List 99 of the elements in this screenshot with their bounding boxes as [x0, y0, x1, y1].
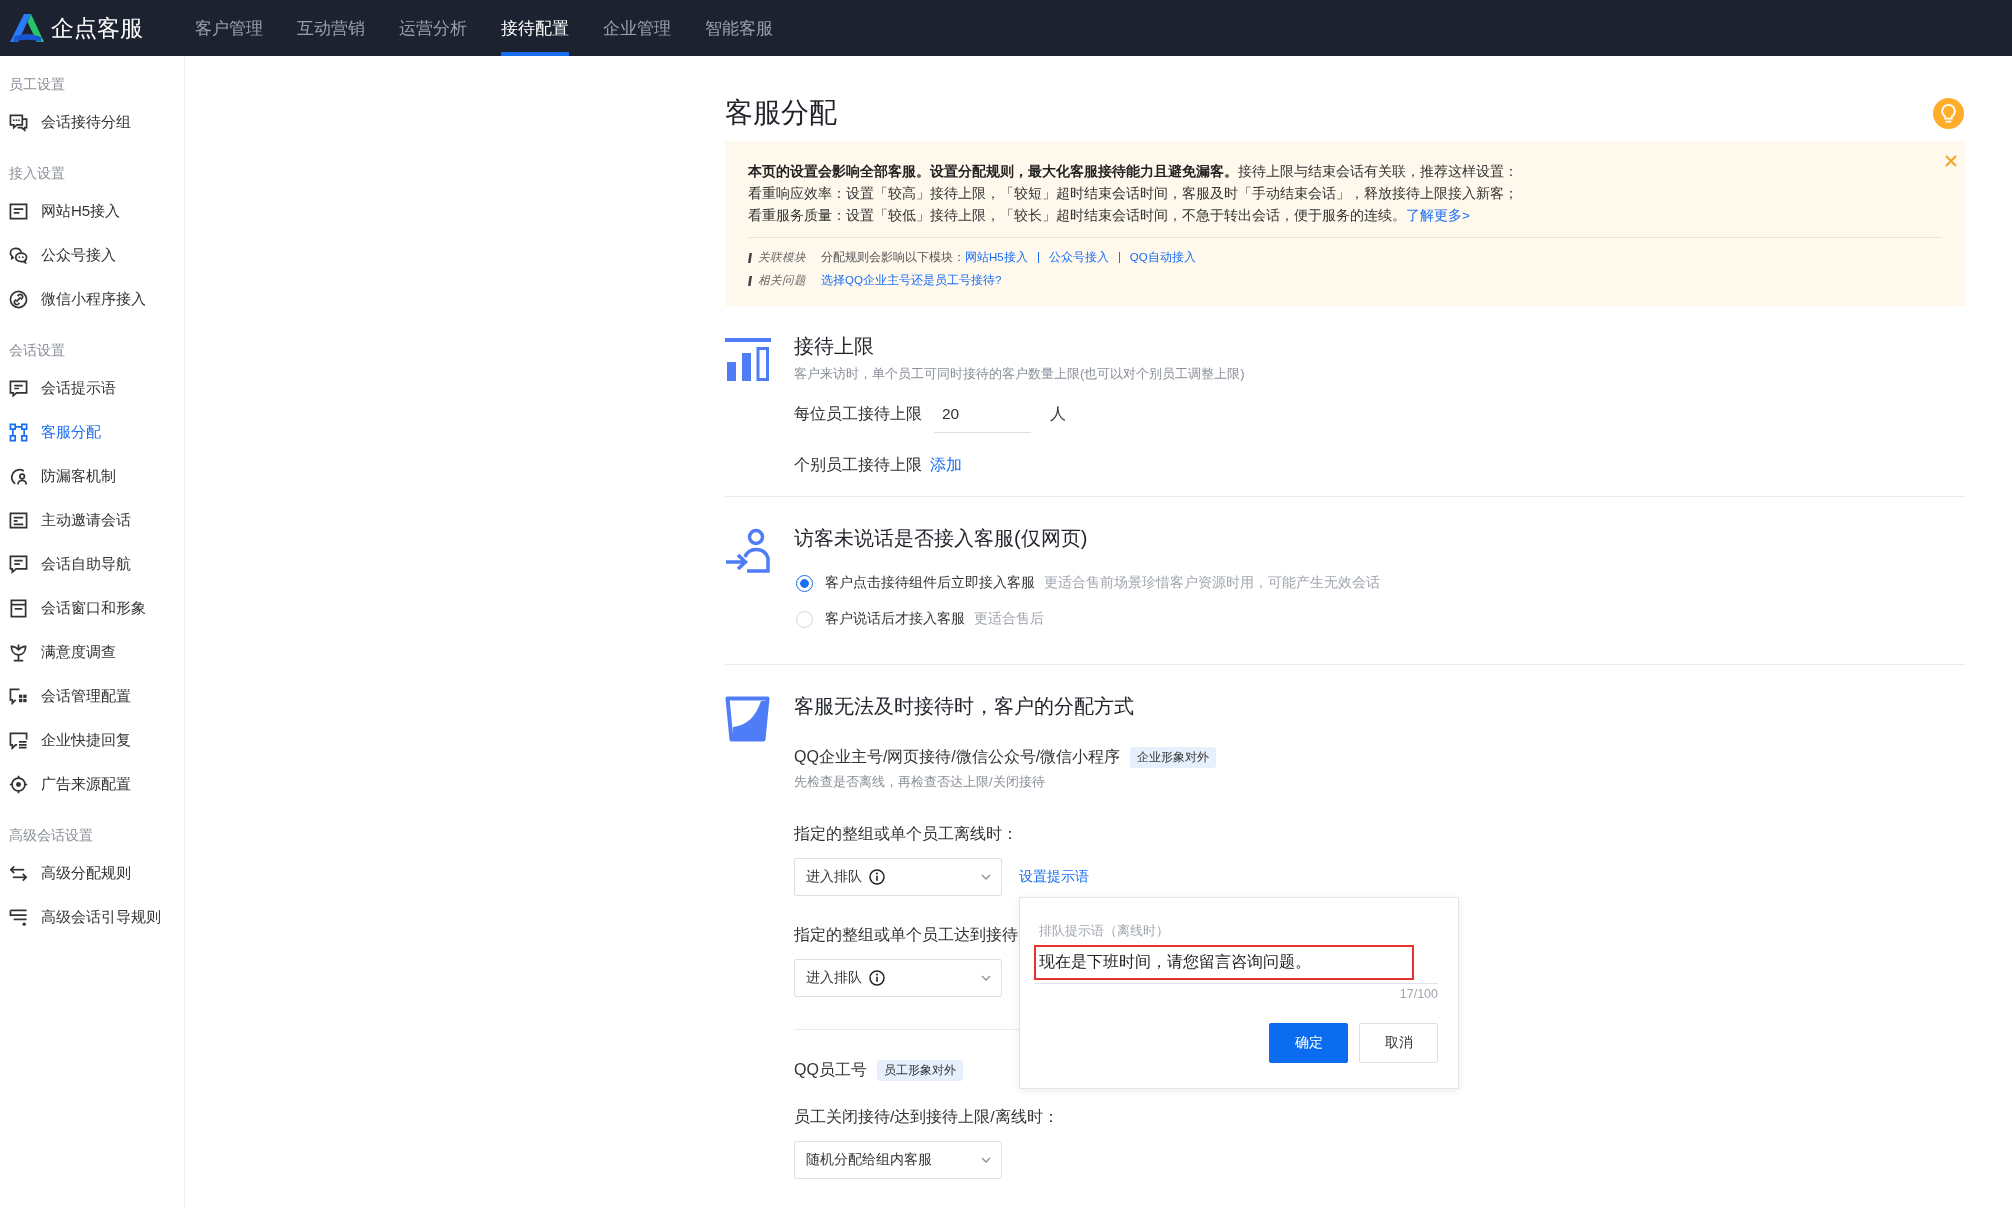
sidebar-item[interactable]: 网站H5接入	[0, 189, 184, 233]
sidebar-item[interactable]: 企业快捷回复	[0, 718, 184, 762]
window-icon	[9, 598, 28, 618]
learn-more-link[interactable]: 了解更多>	[1406, 208, 1470, 223]
logo-icon	[9, 13, 45, 43]
section-title: 接待上限	[794, 334, 874, 359]
sidebar-item[interactable]: 广告来源配置	[0, 762, 184, 806]
info-icon	[869, 970, 885, 986]
page-title: 客服分配	[725, 96, 837, 130]
chevron-down-icon	[981, 874, 991, 880]
radio-button[interactable]	[796, 574, 813, 592]
message-icon	[9, 554, 28, 574]
section-title: 访客未说话是否接入客服(仅网页)	[794, 526, 1088, 551]
sidebar-item[interactable]: 会话接待分组	[0, 100, 184, 144]
add-link[interactable]: 添加	[930, 453, 962, 477]
nav-tab[interactable]: 智能客服	[705, 0, 773, 56]
group-description: 先检查是否离线，再检查否达上限/关闭接待	[794, 773, 1045, 791]
flow-nodes-icon	[9, 422, 28, 442]
option-label: 客户说话后才接入客服	[825, 610, 965, 628]
chat-grid-icon	[9, 686, 28, 706]
option-hint: 更适合售后	[974, 610, 1044, 628]
section-description: 客户来访时，单个员工可同时接待的客户数量上限(也可以对个别员工调整上限)	[794, 365, 1245, 383]
sidebar-item[interactable]: 客服分配	[0, 410, 184, 454]
link-circle-icon	[9, 289, 28, 309]
field-label: 排队提示语（离线时）	[1039, 923, 1169, 940]
section-title: 客服无法及时接待时，客户的分配方式	[794, 694, 1134, 719]
rule-label: 指定的整组或单个员工达到接待	[794, 925, 1018, 945]
option-label: 客户点击接待组件后立即接入客服	[825, 574, 1035, 592]
tag: 员工形象对外	[876, 1059, 963, 1081]
info-icon	[869, 869, 885, 885]
rule-label: 员工关闭接待/达到接待上限/离线时：	[794, 1107, 1059, 1127]
notice-text: 本页的设置会影响全部客服。设置分配规则，最大化客服接待能力且避免漏客。接待上限与结束会话有关联，推荐这样设置：	[748, 163, 1518, 181]
cup-icon	[725, 696, 770, 742]
dropdown-select[interactable]: 进入排队	[794, 858, 1002, 896]
list-dot-icon	[9, 907, 28, 927]
cancel-button[interactable]: 取消	[1359, 1023, 1438, 1063]
chevron-down-icon	[981, 1157, 991, 1163]
speech-bubbles-icon	[9, 245, 28, 265]
dropdown-select[interactable]: 进入排队	[794, 959, 1002, 997]
sidebar-item[interactable]: 主动邀请会话	[0, 498, 184, 542]
unit-label: 人	[1050, 403, 1066, 424]
related-text: 分配规则会影响以下模块：	[821, 250, 965, 265]
lightbulb-icon[interactable]	[1933, 97, 1964, 129]
rule-label: 指定的整组或单个员工离线时：	[794, 824, 1018, 844]
limit-input[interactable]: 20	[934, 395, 1031, 433]
sidebar-item[interactable]: 会话自助导航	[0, 542, 184, 586]
sidebar-group-title: 会话设置	[9, 342, 65, 360]
related-label: 相关问题	[758, 273, 807, 288]
logo-text: 企点客服	[51, 14, 143, 43]
related-link[interactable]: 网站H5接入	[965, 250, 1028, 265]
related-link[interactable]: 公众号接入	[1048, 250, 1109, 265]
nav-tab[interactable]: 互动营销	[297, 0, 365, 56]
sidebar-item[interactable]: 会话提示语	[0, 366, 184, 410]
sidebar-item[interactable]: 微信小程序接入	[0, 277, 184, 321]
speech-bubble-icon	[9, 378, 28, 398]
close-icon[interactable]	[1945, 155, 1957, 167]
nav-tab[interactable]: 运营分析	[399, 0, 467, 56]
sidebar-group-title: 员工设置	[9, 76, 65, 94]
field-label: 每位员工接待上限	[794, 403, 922, 424]
sidebar-item[interactable]: 公众号接入	[0, 233, 184, 277]
bar-chart-icon	[725, 338, 771, 382]
confirm-button[interactable]: 确定	[1269, 1023, 1348, 1063]
sidebar-item[interactable]: 高级分配规则	[0, 851, 184, 895]
browser-window-icon	[9, 201, 28, 221]
option-hint: 更适合售前场景珍惜客户资源时用，可能产生无效会话	[1044, 574, 1380, 592]
target-icon	[9, 774, 28, 794]
flower-icon	[9, 642, 28, 662]
sidebar-group-title: 接入设置	[9, 165, 65, 183]
chat-lines-icon	[9, 730, 28, 750]
related-link[interactable]: 选择QQ企业主号还是员工号接待?	[821, 273, 1002, 288]
message-field[interactable]: 现在是下班时间，请您留言咨询问题。	[1034, 945, 1414, 980]
related-label: 关联模块	[758, 250, 807, 265]
notice-text: 看重响应效率：设置「较高」接待上限，「较短」超时结束会话时间，客服及时「手动结束会话」，释放接待上限接入新客；	[748, 185, 1518, 203]
chat-bubbles-icon	[9, 112, 28, 132]
marker-icon	[748, 275, 752, 286]
group-title: QQ企业主号/网页接待/微信公众号/微信小程序	[794, 747, 1121, 767]
field-label: 个别员工接待上限	[794, 455, 922, 475]
window-icon	[9, 510, 28, 530]
person-arc-icon	[9, 466, 28, 486]
sidebar-item[interactable]: 高级会话引导规则	[0, 895, 184, 939]
marker-icon	[748, 252, 752, 263]
notice-text: 看重服务质量：设置「较低」接待上限，「较长」超时结束会话时间，不急于转出会话，便于服务的连续。了解更多>	[748, 207, 1470, 225]
nav-tab[interactable]: 企业管理	[603, 0, 671, 56]
swap-arrows-icon	[9, 863, 28, 883]
dropdown-select[interactable]: 随机分配给组内客服	[794, 1141, 1002, 1179]
sidebar-item[interactable]: 会话窗口和形象	[0, 586, 184, 630]
group-title: QQ员工号	[794, 1060, 867, 1080]
sidebar-group-title: 高级会话设置	[9, 827, 93, 845]
nav-tab[interactable]: 客户管理	[195, 0, 263, 56]
sidebar-item[interactable]: 防漏客机制	[0, 454, 184, 498]
tag: 企业形象对外	[1130, 746, 1217, 768]
set-prompt-link[interactable]: 设置提示语	[1019, 868, 1089, 886]
character-counter: 17/100	[1399, 986, 1438, 1003]
sidebar-item[interactable]: 会话管理配置	[0, 674, 184, 718]
nav-tab[interactable]: 接待配置	[501, 0, 569, 56]
chevron-down-icon	[981, 975, 991, 981]
sidebar-item[interactable]: 满意度调查	[0, 630, 184, 674]
related-link[interactable]: QQ自动接入	[1129, 250, 1196, 265]
user-arrow-icon	[725, 528, 772, 573]
